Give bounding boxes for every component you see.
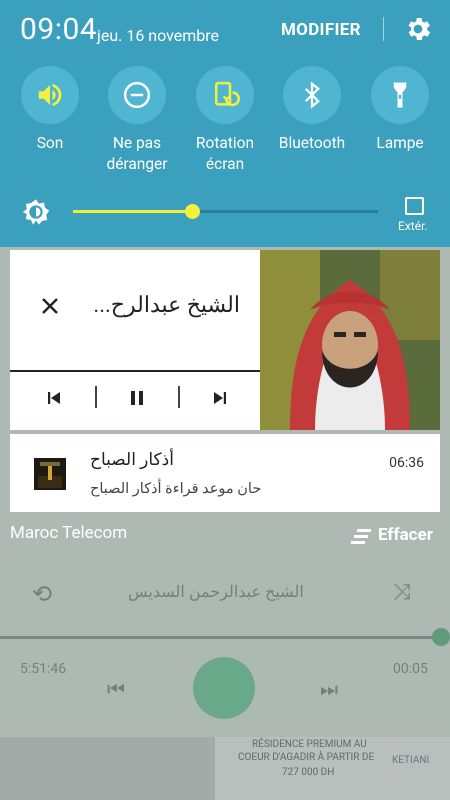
tile-rotation-circle xyxy=(196,66,254,124)
ghost-ad-line1: RÉSIDENCE PREMIUM AU xyxy=(252,739,367,750)
tile-flashlight-label: Lampe xyxy=(376,134,424,152)
header-divider xyxy=(383,17,384,41)
tile-sound[interactable]: Son xyxy=(7,66,93,154)
ghost-remaining: 00:05 xyxy=(393,661,428,677)
ghost-ad-line2: COEUR D'AGADIR À PARTIR DE xyxy=(238,752,375,763)
tile-bluetooth-label: Bluetooth xyxy=(278,134,346,152)
date: jeu. 16 novembre xyxy=(97,26,220,45)
tile-bluetooth-circle xyxy=(283,66,341,124)
tile-dnd-label: Ne pas déranger xyxy=(106,134,168,173)
tile-sound-label: Son xyxy=(36,134,64,152)
skip-next-icon[interactable] xyxy=(208,386,232,410)
ghost-play-button xyxy=(193,657,255,719)
tile-do-not-disturb[interactable]: Ne pas déranger xyxy=(94,66,180,175)
media-title: الشيخ عبدالرح... xyxy=(93,293,240,318)
bluetooth-icon xyxy=(304,81,320,109)
notification-body: حان موعد قراءة أذكار الصباح xyxy=(90,480,262,497)
tile-bluetooth[interactable]: Bluetooth xyxy=(269,66,355,154)
screen-rotation-icon xyxy=(215,81,240,107)
brightness-slider-fill xyxy=(73,210,192,213)
brightness-slider-thumb[interactable] xyxy=(184,204,200,219)
azkar-notification[interactable]: أذكار الصباح حان موعد قراءة أذكار الصباح… xyxy=(10,434,440,512)
tile-flashlight[interactable]: Lampe xyxy=(357,66,443,154)
tile-flashlight-circle xyxy=(371,66,429,124)
clock: 09:04 xyxy=(20,12,98,47)
do-not-disturb-icon xyxy=(123,81,151,109)
tile-sound-circle xyxy=(21,66,79,124)
brightness-slider[interactable] xyxy=(73,210,378,213)
media-button-separator xyxy=(95,386,97,408)
ghost-artist: الشيخ عبدالرحمن السديس xyxy=(128,582,304,601)
tile-screen-rotation[interactable]: Rotation écran xyxy=(182,66,268,175)
notification-time: 06:36 xyxy=(389,455,424,471)
media-notification[interactable]: الشيخ عبدالرح... xyxy=(10,250,440,430)
ghost-shuffle-icon: ⤨ xyxy=(393,580,411,605)
quick-settings-panel: 09:04 jeu. 16 novembre MODIFIER Son Ne p… xyxy=(0,0,450,247)
notification-title: أذكار الصباح xyxy=(90,450,174,470)
skip-previous-icon[interactable] xyxy=(42,386,66,410)
flashlight-icon xyxy=(393,82,407,108)
ghost-prev-icon: ⏮ xyxy=(107,677,125,701)
outdoor-mode-label: Extér. xyxy=(398,219,428,233)
ghost-ad-price: 727 000 DH xyxy=(282,767,335,778)
ghost-next-icon: ⏭ xyxy=(320,677,338,701)
ghost-repeat-icon: ⟲ xyxy=(32,580,53,608)
ghost-ad-brand: KETIANI xyxy=(392,755,430,766)
reciter-portrait xyxy=(260,250,440,430)
ghost-progress-thumb xyxy=(432,628,450,646)
gear-icon[interactable] xyxy=(403,14,433,44)
brightness-icon xyxy=(22,199,50,225)
clear-all-label: Effacer xyxy=(378,525,433,545)
media-divider xyxy=(10,370,260,372)
tile-rotation-label: Rotation écran xyxy=(195,134,255,173)
ghost-ad-banner: RÉSIDENCE PREMIUM AU COEUR D'AGADIR À PA… xyxy=(0,737,450,800)
volume-icon xyxy=(38,84,62,106)
outdoor-mode-checkbox[interactable] xyxy=(405,197,424,215)
carrier-label: Maroc Telecom xyxy=(10,523,128,543)
close-icon[interactable] xyxy=(38,294,62,318)
mosque-app-icon xyxy=(34,458,66,490)
tile-dnd-circle xyxy=(108,66,166,124)
clear-all-icon xyxy=(351,529,371,544)
ghost-elapsed: 5:51:46 xyxy=(20,661,67,677)
ghost-ad-image xyxy=(0,737,215,800)
modify-button[interactable]: MODIFIER xyxy=(281,20,361,40)
clear-all-button[interactable]: Effacer xyxy=(348,520,448,550)
pause-icon[interactable] xyxy=(125,386,149,410)
media-button-separator xyxy=(178,386,180,408)
ghost-progress xyxy=(0,636,440,639)
